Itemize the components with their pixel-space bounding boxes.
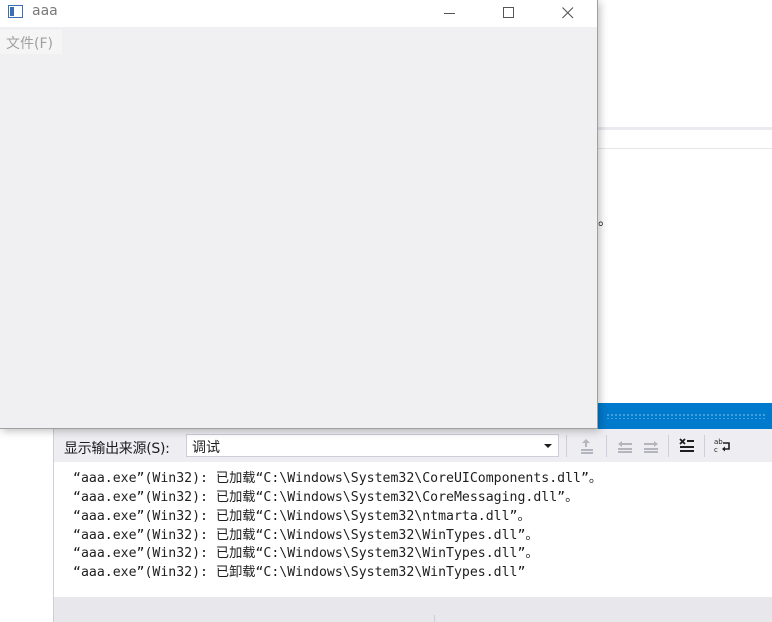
output-panel: 显示输出来源(S): 调试 ab c “aaa.exe”(Win32): 已加载… bbox=[53, 429, 772, 622]
find-message-in-code-button[interactable] bbox=[575, 434, 599, 458]
maximize-button[interactable] bbox=[480, 0, 538, 27]
minimize-icon bbox=[444, 13, 455, 14]
toolbar-separator bbox=[668, 435, 669, 457]
output-toolbar: 显示输出来源(S): 调试 ab c bbox=[54, 429, 772, 462]
title-bar[interactable]: aaa bbox=[0, 0, 597, 27]
chevron-down-icon bbox=[544, 444, 552, 448]
app-window-icon bbox=[8, 5, 23, 18]
close-button[interactable] bbox=[539, 0, 597, 27]
previous-message-icon bbox=[618, 441, 632, 453]
output-window-titlebar[interactable] bbox=[598, 403, 772, 429]
toolbar-separator bbox=[704, 435, 705, 457]
previous-message-button[interactable] bbox=[613, 434, 637, 458]
menu-file[interactable]: 文件(F) bbox=[0, 30, 62, 54]
scrollbar-divider bbox=[434, 615, 435, 622]
toggle-word-wrap-icon: ab c bbox=[714, 438, 730, 454]
toggle-word-wrap-button[interactable]: ab c bbox=[711, 434, 735, 458]
output-line: “aaa.exe”(Win32): 已卸载“C:\Windows\System3… bbox=[73, 565, 526, 580]
next-message-icon bbox=[644, 441, 658, 453]
output-source-label: 显示输出来源(S): bbox=[64, 441, 170, 457]
menu-bar: 文件(F) bbox=[0, 28, 597, 54]
app-window: aaa 文件(F) bbox=[0, 0, 598, 429]
client-area bbox=[0, 54, 597, 428]
ide-divider bbox=[598, 148, 772, 149]
svg-text:ab: ab bbox=[714, 438, 723, 446]
clear-all-button[interactable] bbox=[675, 434, 699, 458]
ide-tab-divider bbox=[598, 127, 772, 130]
toolbar-separator bbox=[566, 435, 567, 457]
ide-editor-fragment: 。 bbox=[598, 213, 612, 229]
output-line: “aaa.exe”(Win32): 已加载“C:\Windows\System3… bbox=[73, 509, 531, 524]
output-text-area[interactable]: “aaa.exe”(Win32): 已加载“C:\Windows\System3… bbox=[54, 462, 772, 597]
clear-all-icon bbox=[679, 438, 694, 452]
close-icon bbox=[562, 7, 574, 19]
output-line: “aaa.exe”(Win32): 已加载“C:\Windows\System3… bbox=[73, 490, 579, 505]
horizontal-scrollbar[interactable] bbox=[54, 597, 772, 622]
output-line: “aaa.exe”(Win32): 已加载“C:\Windows\System3… bbox=[73, 546, 539, 561]
maximize-icon bbox=[503, 7, 514, 18]
menu-file-label: 文件(F) bbox=[6, 36, 53, 52]
minimize-button[interactable] bbox=[421, 0, 479, 27]
output-line: “aaa.exe”(Win32): 已加载“C:\Windows\System3… bbox=[73, 471, 603, 486]
svg-text:c: c bbox=[714, 446, 718, 454]
toolbar-separator bbox=[606, 435, 607, 457]
output-line: “aaa.exe”(Win32): 已加载“C:\Windows\System3… bbox=[73, 528, 539, 543]
next-message-button[interactable] bbox=[639, 434, 663, 458]
find-message-in-code-icon bbox=[581, 439, 593, 454]
output-source-dropdown[interactable]: 调试 bbox=[186, 434, 559, 457]
output-source-value: 调试 bbox=[192, 440, 220, 456]
window-title: aaa bbox=[32, 3, 58, 19]
